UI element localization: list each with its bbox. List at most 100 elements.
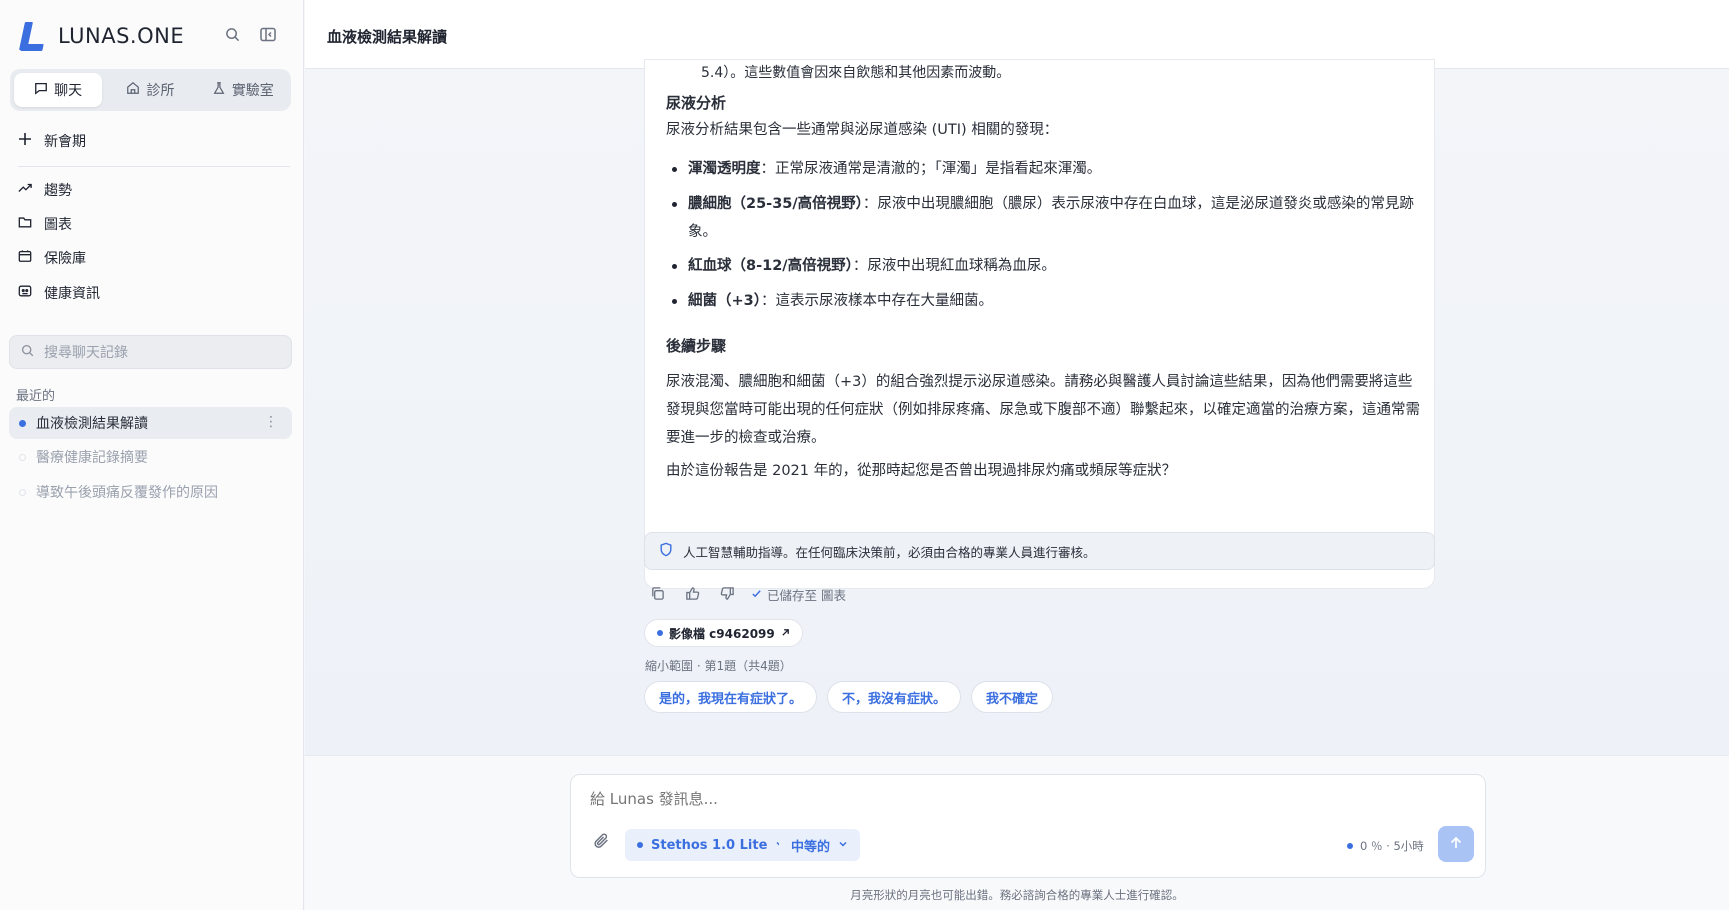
- thumbs-down-icon[interactable]: [720, 586, 735, 604]
- saved-label: 已儲存至 圖表: [767, 588, 846, 603]
- narrow-down-progress: 縮小範圍 · 第1題（共4題）: [645, 659, 792, 673]
- quick-replies: 是的，我現在有症狀了。 不，我沒有症狀。 我不確定: [644, 681, 1054, 713]
- dot-icon: [657, 630, 663, 636]
- section-heading: 後續步驟: [666, 337, 727, 355]
- context-usage: 0 ％ · 5小時: [1347, 838, 1424, 854]
- list-item: 渾濁透明度：正常尿液通常是清澈的；「渾濁」是指看起來渾濁。: [666, 155, 1426, 183]
- message-actions: 已儲存至 圖表: [650, 585, 846, 604]
- quick-reply-no[interactable]: 不，我沒有症狀。: [827, 681, 962, 713]
- plus-icon: [18, 132, 32, 150]
- chat-history-search[interactable]: 搜尋聊天記錄: [9, 335, 292, 369]
- quick-reply-yes[interactable]: 是的，我現在有症狀了。: [644, 681, 818, 713]
- sidebar-item-vault[interactable]: 保險庫: [18, 248, 86, 268]
- ai-guidance-notice: 人工智慧輔助指導。在任何臨床決策前，必須由合格的專業人員進行審核。: [644, 532, 1435, 570]
- attach-icon[interactable]: [593, 832, 610, 853]
- bullet-term: 細菌（+3）: [688, 293, 761, 309]
- message-text: 尿液混濁、膿細胞和細菌（+3）的組合強烈提示泌尿道感染。請務必與醫護人員討論這些…: [666, 374, 1420, 446]
- tab-chat-label: 聊天: [54, 83, 83, 99]
- recent-item-label: 導致午後頭痛反覆發作的原因: [36, 485, 218, 501]
- disclaimer-text: 月亮形狀的月亮也可能出錯。務必諮詢合格的專業人士進行確認。: [850, 888, 1184, 902]
- message-composer: Stethos 1.0 Lite 中等的 0 ％ · 5小時: [570, 774, 1486, 878]
- dot-icon: [19, 453, 26, 461]
- sidebar: LUNAS.ONE 聊天 診所 實驗室 新會期 趨勢 圖表 保險庫 健康資訊 搜…: [0, 0, 304, 910]
- composer-area: Stethos 1.0 Lite 中等的 0 ％ · 5小時 月亮形狀的月亮也可…: [305, 755, 1729, 910]
- bullet-term: 渾濁透明度: [688, 161, 761, 177]
- more-options-icon[interactable]: ⋮: [264, 414, 278, 430]
- file-chip-label: 影像檔 c9462099: [669, 626, 775, 641]
- tab-clinic[interactable]: 診所: [106, 73, 194, 107]
- active-dot-icon: [19, 419, 26, 427]
- search-placeholder: 搜尋聊天記錄: [44, 345, 128, 361]
- chevron-down-icon: [838, 838, 848, 853]
- level-selector[interactable]: 中等的: [779, 829, 861, 861]
- chat-icon: [34, 81, 48, 99]
- image-file-chip[interactable]: 影像檔 c9462099: [644, 619, 803, 647]
- check-icon: [751, 587, 762, 602]
- recent-item-label: 血液檢測結果解讀: [36, 416, 148, 432]
- context-label: 0 ％ · 5小時: [1360, 839, 1424, 853]
- vault-icon: [18, 249, 32, 267]
- chat-main: 5.4）。這些數值會因來自飲態和其他因素而波動。 尿液分析 尿液分析結果包含一些…: [305, 59, 1729, 755]
- search-icon[interactable]: [222, 24, 242, 44]
- sidebar-item-label: 健康資訊: [44, 286, 100, 302]
- send-button[interactable]: [1438, 826, 1474, 862]
- copy-icon[interactable]: [650, 586, 665, 604]
- recent-item[interactable]: 血液檢測結果解讀 ⋮: [9, 407, 292, 439]
- new-session-label: 新會期: [44, 134, 86, 150]
- brand-name: LUNAS.ONE: [58, 24, 185, 48]
- message-text: 由於這份報告是 2021 年的，從那時起您是否曾出現過排尿灼痛或頻尿等症狀？: [666, 463, 1177, 479]
- tab-clinic-label: 診所: [146, 83, 175, 99]
- message-text: 5.4）。這些數值會因來自飲態和其他因素而波動。: [701, 65, 1011, 81]
- bullet-term: 膿細胞（25-35/高倍視野）: [688, 196, 863, 212]
- flask-icon: [212, 81, 226, 99]
- message-text: 尿液分析結果包含一些通常與泌尿道感染 (UTI) 相關的發現：: [666, 122, 1059, 138]
- shield-icon: [659, 542, 673, 560]
- bullet-text: ：尿液中出現紅血球稱為血尿。: [852, 258, 1056, 274]
- model-label: Stethos 1.0 Lite: [651, 837, 768, 853]
- tab-chat[interactable]: 聊天: [14, 73, 103, 107]
- dot-icon: [1347, 843, 1353, 849]
- quick-reply-unsure[interactable]: 我不確定: [971, 681, 1054, 713]
- saved-to-chart[interactable]: 已儲存至 圖表: [751, 585, 846, 604]
- section-heading: 尿液分析: [666, 94, 727, 112]
- sidebar-item-label: 保險庫: [44, 251, 86, 267]
- list-item: 紅血球（8-12/高倍視野）：尿液中出現紅血球稱為血尿。: [666, 252, 1426, 280]
- sidebar-tabs: 聊天 診所 實驗室: [10, 69, 291, 111]
- folder-icon: [18, 215, 32, 233]
- tab-lab-label: 實驗室: [231, 83, 274, 99]
- bullet-text: ：正常尿液通常是清澈的；「渾濁」是指看起來渾濁。: [760, 161, 1102, 177]
- search-icon: [21, 344, 34, 361]
- dot-icon: [19, 488, 26, 496]
- sidebar-item-chart[interactable]: 圖表: [18, 214, 72, 234]
- new-session-button[interactable]: 新會期: [18, 131, 86, 151]
- bullet-term: 紅血球（8-12/高倍視野）: [688, 258, 853, 274]
- page-title: 血液檢測結果解讀: [327, 28, 448, 46]
- arrow-up-icon: [1449, 835, 1463, 854]
- trend-icon: [18, 181, 32, 199]
- model-selector[interactable]: Stethos 1.0 Lite: [625, 829, 798, 861]
- list-item: 細菌（+3）：這表示尿液樣本中存在大量細菌。: [666, 287, 1426, 315]
- notice-text: 人工智慧輔助指導。在任何臨床決策前，必須由合格的專業人員進行審核。: [683, 544, 1096, 560]
- thumbs-up-icon[interactable]: [685, 586, 700, 604]
- tab-lab[interactable]: 實驗室: [199, 73, 287, 107]
- sidebar-item-trend[interactable]: 趨勢: [18, 180, 72, 200]
- sidebar-item-label: 圖表: [44, 217, 72, 233]
- collapse-sidebar-icon[interactable]: [258, 24, 278, 44]
- clinic-icon: [126, 81, 140, 99]
- sidebar-item-health-info[interactable]: 健康資訊: [18, 283, 100, 303]
- lunas-logo-icon: [18, 20, 44, 52]
- bullet-text: ：這表示尿液樣本中存在大量細菌。: [761, 293, 993, 309]
- recent-item-label: 醫療健康記錄摘要: [36, 450, 148, 466]
- list-item: 膿細胞（25-35/高倍視野）：尿液中出現膿細胞（膿尿）表示尿液中存在白血球，這…: [666, 190, 1426, 246]
- health-info-icon: [18, 284, 32, 302]
- assistant-message-card: 5.4）。這些數值會因來自飲態和其他因素而波動。 尿液分析 尿液分析結果包含一些…: [644, 59, 1435, 589]
- recent-item[interactable]: 醫療健康記錄摘要: [9, 441, 292, 473]
- divider: [18, 166, 290, 167]
- sidebar-item-label: 趨勢: [44, 183, 72, 199]
- dot-icon: [637, 842, 643, 848]
- brand[interactable]: LUNAS.ONE: [18, 18, 184, 54]
- level-label: 中等的: [791, 839, 831, 855]
- message-input[interactable]: [590, 790, 1190, 808]
- recent-item[interactable]: 導致午後頭痛反覆發作的原因: [9, 476, 292, 508]
- external-link-icon: [781, 626, 790, 640]
